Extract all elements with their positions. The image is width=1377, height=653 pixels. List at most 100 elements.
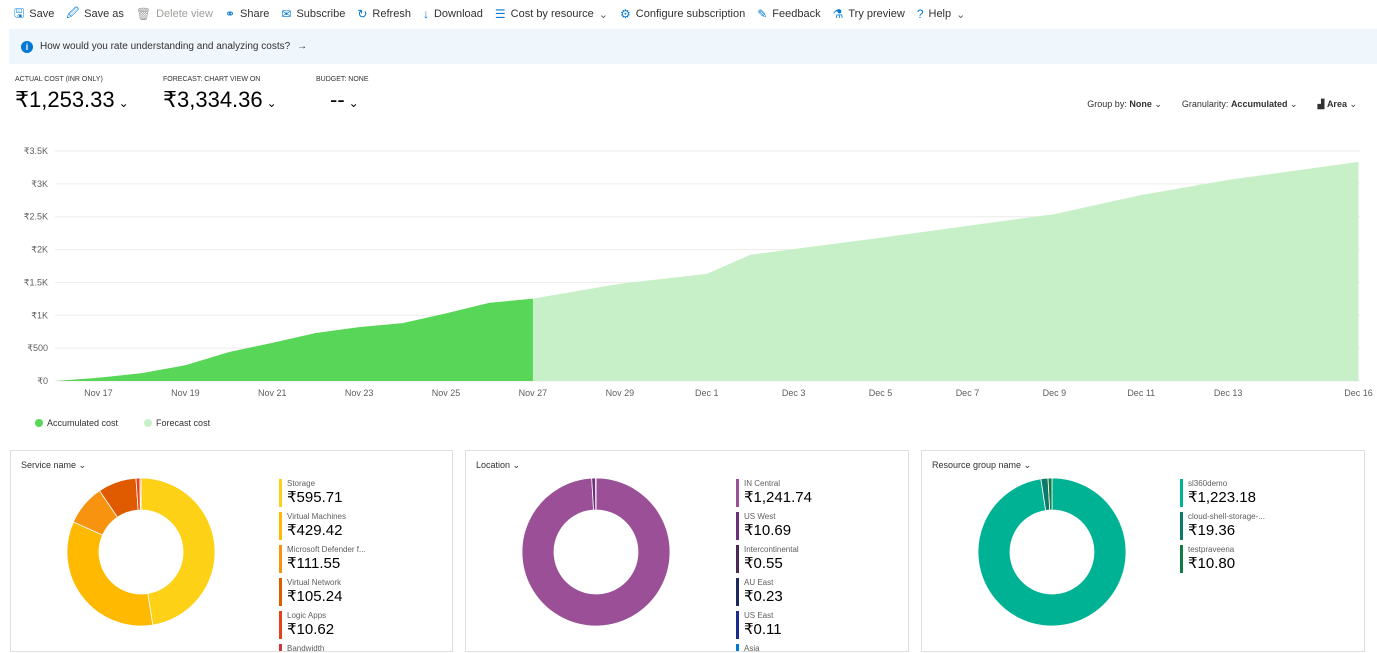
- arrow-right-icon[interactable]: →: [297, 41, 307, 52]
- item-value: ₹1,223.18: [1188, 489, 1256, 506]
- donut-slice[interactable]: [66, 521, 154, 627]
- item-value: ₹10.69: [744, 522, 792, 539]
- banner-text[interactable]: How would you rate understanding and ana…: [40, 41, 290, 52]
- x-tick-label: Dec 7: [956, 388, 980, 398]
- budget-kpi[interactable]: Budget: none -- ⌄: [316, 76, 369, 113]
- legend-item[interactable]: IN Central ₹1,241.74: [736, 479, 812, 507]
- granularity-dropdown[interactable]: Granularity: Accumulated ⌄: [1182, 99, 1298, 110]
- toolbar-subscribe-button[interactable]: ✉ Subscribe: [281, 7, 345, 21]
- legend-item[interactable]: Microsoft Defender f... ₹111.55: [279, 545, 366, 573]
- kpi-value: --: [330, 87, 345, 112]
- area-forecast-cost[interactable]: [532, 161, 1359, 381]
- cost-area-chart: ₹0 ₹500 ₹1K ₹1.5K ₹2K ₹2.5K ₹3K ₹3.5K Nov 17 Nov …: [24, 146, 1373, 398]
- x-tick-label: Nov 25: [432, 388, 461, 398]
- download-icon: ↓: [422, 7, 429, 21]
- y-tick-label: ₹2K: [31, 245, 48, 255]
- item-value: ₹0.11: [744, 621, 782, 638]
- chevron-down-icon[interactable]: ⌄: [267, 96, 277, 110]
- item-value: ₹0.23: [744, 588, 783, 605]
- chart-type-dropdown[interactable]: ▟ Area ⌄: [1318, 99, 1358, 110]
- toolbar-save-as-button[interactable]: 🖉 Save as: [66, 4, 124, 25]
- toolbar-label: Subscribe: [296, 8, 346, 20]
- legend-item[interactable]: sl360demo ₹1,223.18: [1180, 479, 1265, 507]
- toolbar-label: Cost by resource: [510, 8, 594, 20]
- feedback-banner[interactable]: i How would you rate understanding and a…: [9, 29, 1377, 64]
- legend-item[interactable]: US East ₹0.11: [736, 611, 812, 639]
- item-name: Bandwidth: [287, 644, 325, 652]
- x-tick-label: Nov 29: [606, 388, 635, 398]
- toolbar-share-button[interactable]: ⚭ Share: [225, 7, 269, 21]
- y-tick-label: ₹0: [37, 376, 48, 386]
- legend-item[interactable]: AU East ₹0.23: [736, 578, 812, 606]
- toolbar-download-button[interactable]: ↓ Download: [423, 7, 483, 21]
- toolbar-label: Delete view: [156, 8, 213, 20]
- legend-label: Accumulated cost: [47, 418, 119, 428]
- legend-item[interactable]: Bandwidth: [279, 644, 366, 652]
- feedback-icon: ✎: [757, 7, 768, 21]
- chevron-down-icon: ⌄: [512, 460, 521, 470]
- x-tick-label: Dec 3: [782, 388, 806, 398]
- item-name: Microsoft Defender f...: [287, 545, 366, 554]
- y-tick-label: ₹1.5K: [24, 277, 48, 287]
- toolbar-delete-view-button[interactable]: 🗑 Delete view: [136, 7, 213, 21]
- legend-item[interactable]: Virtual Machines ₹429.42: [279, 512, 366, 540]
- toolbar-save-button[interactable]: 🖫 Save: [14, 4, 54, 25]
- x-tick-label: Nov 19: [171, 388, 200, 398]
- forecast-kpi[interactable]: Forecast: chart view on ₹3,334.36 ⌄: [163, 76, 277, 113]
- x-tick-label: Dec 9: [1043, 388, 1067, 398]
- actual-cost-kpi[interactable]: Actual cost (INR only) ₹1,253.33 ⌄: [15, 76, 129, 113]
- item-value: ₹10.62: [287, 621, 335, 638]
- trash-icon: 🗑: [135, 7, 152, 21]
- group-by-value: None: [1129, 99, 1152, 109]
- toolbar-label: Help: [928, 8, 952, 20]
- area-accumulated-cost[interactable]: [55, 298, 533, 381]
- toolbar-configure-subscription-button[interactable]: ⚙ Configure subscription: [620, 7, 745, 21]
- donut-chart: [977, 477, 1127, 627]
- item-value: ₹10.80: [1188, 555, 1236, 572]
- card-title: Resource group name: [932, 460, 1022, 470]
- legend-item[interactable]: Logic Apps ₹10.62: [279, 611, 366, 639]
- legend-forecast[interactable]: Forecast cost: [144, 418, 210, 428]
- toolbar-label: Share: [240, 8, 270, 20]
- item-name: AU East: [744, 578, 774, 587]
- item-name: Intercontinental: [744, 545, 799, 554]
- item-value: ₹105.24: [287, 588, 343, 605]
- card-title: Location: [476, 460, 511, 470]
- legend-item[interactable]: Asia: [736, 644, 812, 651]
- toolbar-help-button[interactable]: ? Help ⌄: [917, 7, 966, 21]
- chevron-down-icon[interactable]: ⌄: [119, 96, 129, 110]
- item-name: sl360demo: [1188, 479, 1228, 488]
- legend-item[interactable]: Intercontinental ₹0.55: [736, 545, 812, 573]
- kpi-label: Actual cost (INR only): [15, 76, 103, 83]
- donut-slice[interactable]: [140, 477, 216, 626]
- card-group-dropdown[interactable]: Service name ⌄: [21, 460, 86, 471]
- group-by-dropdown[interactable]: Group by: None ⌄: [1087, 99, 1162, 110]
- share-icon: ⚭: [224, 7, 236, 21]
- granularity-label: Granularity:: [1181, 99, 1229, 109]
- card-group-dropdown[interactable]: Location ⌄: [476, 460, 520, 471]
- y-tick-label: ₹2.5K: [24, 212, 48, 222]
- legend-item[interactable]: US West ₹10.69: [736, 512, 812, 540]
- chevron-down-icon: ⌄: [78, 460, 87, 470]
- flask-icon: ⚗: [832, 7, 844, 21]
- toolbar-cost-by-resource-button[interactable]: ☰ Cost by resource ⌄: [495, 7, 608, 21]
- donut-slice[interactable]: [139, 477, 142, 511]
- legend-item[interactable]: cloud-shell-storage-... ₹19.36: [1180, 512, 1265, 540]
- item-name: Storage: [287, 479, 316, 488]
- toolbar-feedback-button[interactable]: ✎ Feedback: [757, 7, 820, 21]
- legend-item[interactable]: testpraveena ₹10.80: [1180, 545, 1265, 573]
- toolbar-label: Configure subscription: [635, 8, 746, 20]
- chevron-down-icon: ⌄: [598, 8, 609, 21]
- legend-item[interactable]: Storage ₹595.71: [279, 479, 366, 507]
- mail-icon: ✉: [281, 7, 292, 21]
- toolbar-try-preview-button[interactable]: ⚗ Try preview: [833, 7, 905, 21]
- y-tick-label: ₹3.5K: [24, 146, 48, 156]
- legend-accumulated[interactable]: Accumulated cost: [35, 418, 118, 428]
- chevron-down-icon[interactable]: ⌄: [349, 96, 359, 110]
- card-group-dropdown[interactable]: Resource group name ⌄: [932, 460, 1031, 471]
- x-tick-label: Dec 5: [869, 388, 893, 398]
- kpi-value: ₹3,334.36: [163, 87, 263, 112]
- resource-group-card: Resource group name ⌄ sl360demo ₹1,223.18 c…: [921, 450, 1365, 652]
- toolbar-refresh-button[interactable]: ↻ Refresh: [357, 7, 411, 21]
- legend-item[interactable]: Virtual Network ₹105.24: [279, 578, 366, 606]
